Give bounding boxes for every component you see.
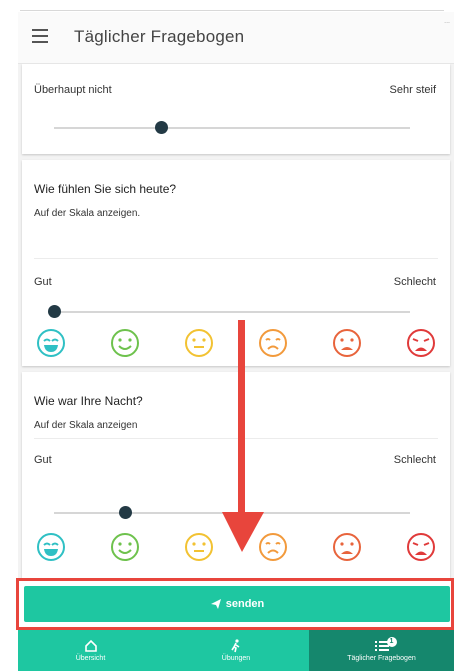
nav-label: Übersicht xyxy=(75,655,106,662)
happy-face-icon[interactable] xyxy=(110,532,140,562)
nav-label: Übungen xyxy=(221,655,251,662)
neutral-face-icon[interactable] xyxy=(184,328,214,358)
nav-item-overview[interactable]: Übersicht xyxy=(18,630,163,671)
neutral-face-icon[interactable] xyxy=(184,532,214,562)
annotation-arrow-icon xyxy=(222,320,264,552)
stiffness-slider-thumb[interactable] xyxy=(154,121,168,134)
crying-face-icon[interactable] xyxy=(406,532,436,562)
scale-min-label: Gut xyxy=(34,276,52,288)
happy-face-icon[interactable] xyxy=(110,328,140,358)
stiffness-slider-track[interactable] xyxy=(54,121,410,134)
crying-face-icon[interactable] xyxy=(406,328,436,358)
scale-max-label: Sehr steif xyxy=(389,84,436,96)
app-bar: Täglicher Fragebogen ... xyxy=(18,12,454,64)
question-text: Wie fühlen Sie sich heute? xyxy=(34,182,177,196)
instruction-text: Auf der Skala anzeigen xyxy=(34,420,138,431)
home-icon xyxy=(84,639,97,652)
page-title: Täglicher Fragebogen xyxy=(74,27,245,46)
nav-item-daily-questionnaire[interactable]: 1 Täglicher Fragebogen xyxy=(309,630,454,671)
walking-person-icon xyxy=(231,639,240,653)
instruction-text: Auf der Skala anzeigen. xyxy=(34,208,141,219)
list-icon: 1 xyxy=(374,637,397,653)
scale-max-label: Schlecht xyxy=(393,276,436,288)
window-frame-top xyxy=(0,0,454,12)
divider xyxy=(34,258,438,259)
scale-min-label: Überhaupt nicht xyxy=(34,84,112,96)
very-sad-face-icon[interactable] xyxy=(332,532,362,562)
hamburger-menu-icon[interactable] xyxy=(32,29,48,43)
stiffness-question-card: Überhaupt nicht Sehr steif xyxy=(22,64,450,154)
scale-min-label: Gut xyxy=(34,454,52,466)
question-text: Wie war Ihre Nacht? xyxy=(34,394,143,408)
feeling-slider-thumb[interactable] xyxy=(48,305,61,318)
corner-mark: ... xyxy=(444,18,450,25)
very-happy-face-icon[interactable] xyxy=(36,532,66,562)
bottom-navigation: Übersicht Übungen 1 Täglicher Fragebogen xyxy=(18,630,454,671)
feeling-slider-track[interactable] xyxy=(48,305,410,318)
nav-item-exercises[interactable]: Übungen xyxy=(163,630,309,671)
very-happy-face-icon[interactable] xyxy=(36,328,66,358)
annotation-highlight-box xyxy=(16,578,454,630)
very-sad-face-icon[interactable] xyxy=(332,328,362,358)
notification-badge: 1 xyxy=(386,637,397,647)
night-slider-thumb[interactable] xyxy=(119,506,133,519)
scale-max-label: Schlecht xyxy=(393,454,436,466)
nav-label: Täglicher Fragebogen xyxy=(347,655,416,662)
